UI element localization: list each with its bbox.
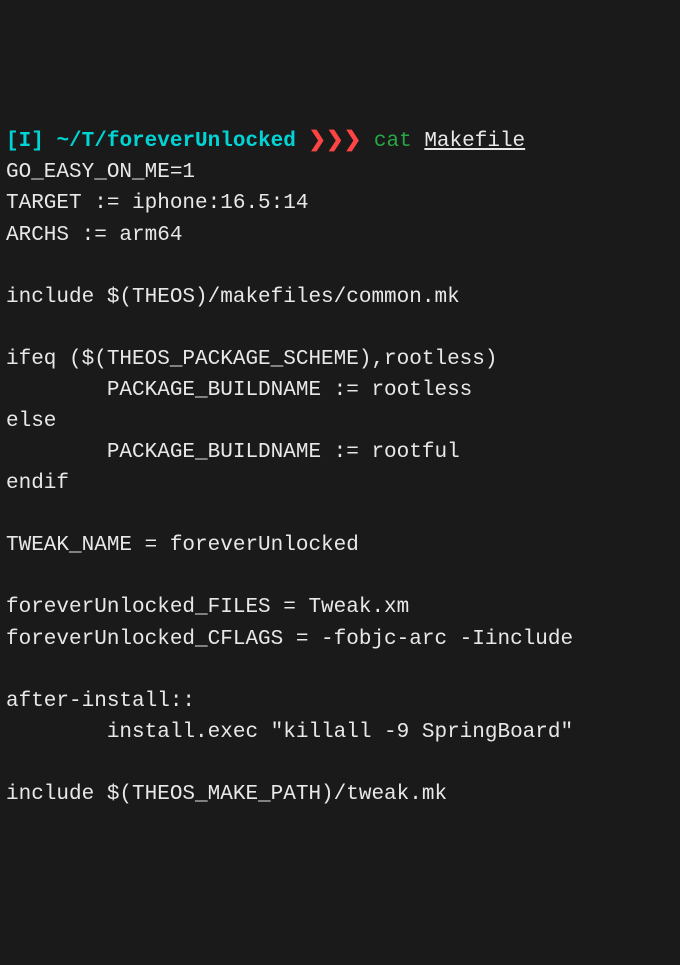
file-line-21: include $(THEOS_MAKE_PATH)/tweak.mk <box>6 783 447 806</box>
prompt-mode-letter: I <box>19 130 32 153</box>
file-line-10: PACKAGE_BUILDNAME := rootful <box>6 441 460 464</box>
prompt-bracket-open: [ <box>6 130 19 153</box>
file-line-18: after-install:: <box>6 690 195 713</box>
terminal-output[interactable]: [I] ~/T/foreverUnlocked ❯❯❯ cat Makefile… <box>6 126 674 810</box>
file-line-1: GO_EASY_ON_ME=1 <box>6 161 195 184</box>
file-line-15: foreverUnlocked_FILES = Tweak.xm <box>6 596 409 619</box>
file-line-16: foreverUnlocked_CFLAGS = -fobjc-arc -Iin… <box>6 628 573 651</box>
file-line-9: else <box>6 410 56 433</box>
command-name: cat <box>374 130 412 153</box>
command-argument: Makefile <box>424 130 525 153</box>
prompt-arrows-icon: ❯❯❯ <box>309 130 362 153</box>
file-line-13: TWEAK_NAME = foreverUnlocked <box>6 534 359 557</box>
prompt-line: [I] ~/T/foreverUnlocked ❯❯❯ cat Makefile <box>6 130 525 153</box>
file-line-11: endif <box>6 472 69 495</box>
file-line-5: include $(THEOS)/makefiles/common.mk <box>6 286 460 309</box>
file-line-19: install.exec "killall -9 SpringBoard" <box>6 721 573 744</box>
prompt-path: ~/T/foreverUnlocked <box>56 130 295 153</box>
file-line-7: ifeq ($(THEOS_PACKAGE_SCHEME),rootless) <box>6 348 497 371</box>
file-line-8: PACKAGE_BUILDNAME := rootless <box>6 379 472 402</box>
file-line-2: TARGET := iphone:16.5:14 <box>6 192 308 215</box>
prompt-bracket-close: ] <box>31 130 44 153</box>
file-line-3: ARCHS := arm64 <box>6 224 182 247</box>
